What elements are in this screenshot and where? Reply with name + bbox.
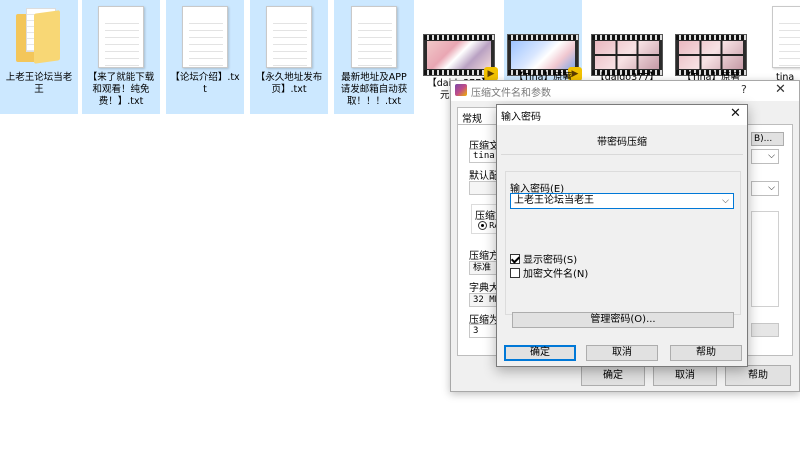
video-thumbnail-icon — [675, 34, 747, 76]
chevron-down-icon: ⌵ — [768, 183, 775, 193]
desktop-text-file[interactable]: 【论坛介绍】.txt — [166, 0, 244, 114]
default-profile-label: 默认配置 — [469, 171, 499, 182]
profiles-button[interactable] — [469, 181, 499, 195]
archive-ok-button[interactable]: 确定 — [581, 365, 645, 386]
password-ok-button[interactable]: 确定 — [504, 345, 576, 361]
enter-password-dialog: 输入密码 ✕ 带密码压缩 输入密码(E) 上老王论坛当老王 ⌵ 显示密码(S) … — [496, 104, 748, 367]
archive-name-input[interactable]: tina.r — [469, 149, 499, 163]
dictionary-size-label: 字典大小 — [469, 283, 499, 294]
organize-passwords-button[interactable]: 管理密码(O)... — [512, 312, 734, 328]
text-file-icon — [98, 6, 144, 68]
split-volumes-input[interactable]: 3 — [469, 324, 499, 338]
archive-cancel-button[interactable]: 取消 — [653, 365, 717, 386]
dictionary-size-select[interactable]: 32 MB — [469, 293, 499, 307]
format-rar-radio[interactable] — [478, 221, 487, 230]
video-thumbnail-icon: ▶ — [507, 34, 582, 81]
checkbox-checked-icon — [510, 254, 520, 264]
text-file-icon — [182, 6, 228, 68]
file-label: 上老王论坛当老王 — [5, 72, 73, 95]
archiving-options-box — [751, 211, 779, 307]
video-thumbnail-icon — [591, 34, 663, 76]
archive-dialog-title: 压缩文件名和参数 — [471, 88, 551, 99]
archive-help-button[interactable]: 帮助 — [725, 365, 791, 386]
update-mode-dropdown[interactable]: ⌵ — [751, 181, 779, 196]
compression-method-label: 压缩方式 — [469, 251, 499, 262]
password-cancel-button[interactable]: 取消 — [586, 345, 658, 361]
desktop-text-file[interactable]: 最新地址及APP请发邮箱自动获取！！！.txt — [334, 0, 414, 114]
chevron-down-icon: ⌵ — [768, 151, 775, 161]
password-dialog-heading: 带密码压缩 — [597, 137, 647, 148]
desktop-video-file[interactable]: ▶ 【Tina】原著 — [504, 0, 582, 84]
desktop-folder[interactable]: 上老王论坛当老王 — [0, 0, 78, 114]
checkbox-unchecked-icon — [510, 268, 520, 278]
file-label: 【论坛介绍】.txt — [170, 72, 240, 95]
browse-button[interactable]: B)... — [751, 132, 784, 146]
password-dialog-title: 输入密码 — [501, 112, 541, 123]
video-thumbnail-icon: ▶ — [423, 34, 498, 81]
encrypt-filenames-label: 加密文件名(N) — [523, 269, 589, 280]
file-label: 最新地址及APP请发邮箱自动获取！！！.txt — [340, 72, 408, 107]
winrar-icon — [455, 84, 467, 96]
text-file-icon — [266, 6, 312, 68]
desktop-text-file[interactable]: 【永久地址发布页】.txt — [250, 0, 328, 114]
chevron-down-icon[interactable]: ⌵ — [722, 194, 729, 208]
compression-method-select[interactable]: 标准 — [469, 261, 499, 275]
archive-name-dropdown[interactable]: ⌵ — [751, 149, 779, 164]
password-dialog-titlebar[interactable]: 输入密码 ✕ — [497, 105, 747, 125]
text-file-icon — [351, 6, 397, 68]
password-input-value: 上老王论坛当老王 — [514, 195, 594, 206]
folder-icon — [16, 6, 62, 64]
set-password-button[interactable] — [751, 323, 779, 337]
file-label: 【来了就能下载和观看！纯免费！】.txt — [87, 72, 155, 107]
desktop-text-file[interactable]: 【来了就能下载和观看！纯免费！】.txt — [82, 0, 160, 114]
file-label: 【永久地址发布页】.txt — [255, 72, 323, 95]
close-icon[interactable]: ✕ — [730, 106, 741, 121]
archive-dialog-titlebar[interactable]: 压缩文件名和参数 ? ✕ — [451, 81, 799, 101]
tab-general[interactable]: 常规 — [457, 107, 497, 125]
encrypt-filenames-checkbox[interactable]: 加密文件名(N) — [510, 265, 588, 280]
show-password-checkbox[interactable]: 显示密码(S) — [510, 251, 577, 266]
password-input[interactable]: 上老王论坛当老王 ⌵ — [510, 193, 734, 209]
divider — [501, 154, 743, 155]
file-icon — [772, 6, 800, 68]
close-icon[interactable]: ✕ — [775, 82, 786, 97]
password-help-button[interactable]: 帮助 — [670, 345, 742, 361]
help-icon[interactable]: ? — [741, 83, 747, 96]
